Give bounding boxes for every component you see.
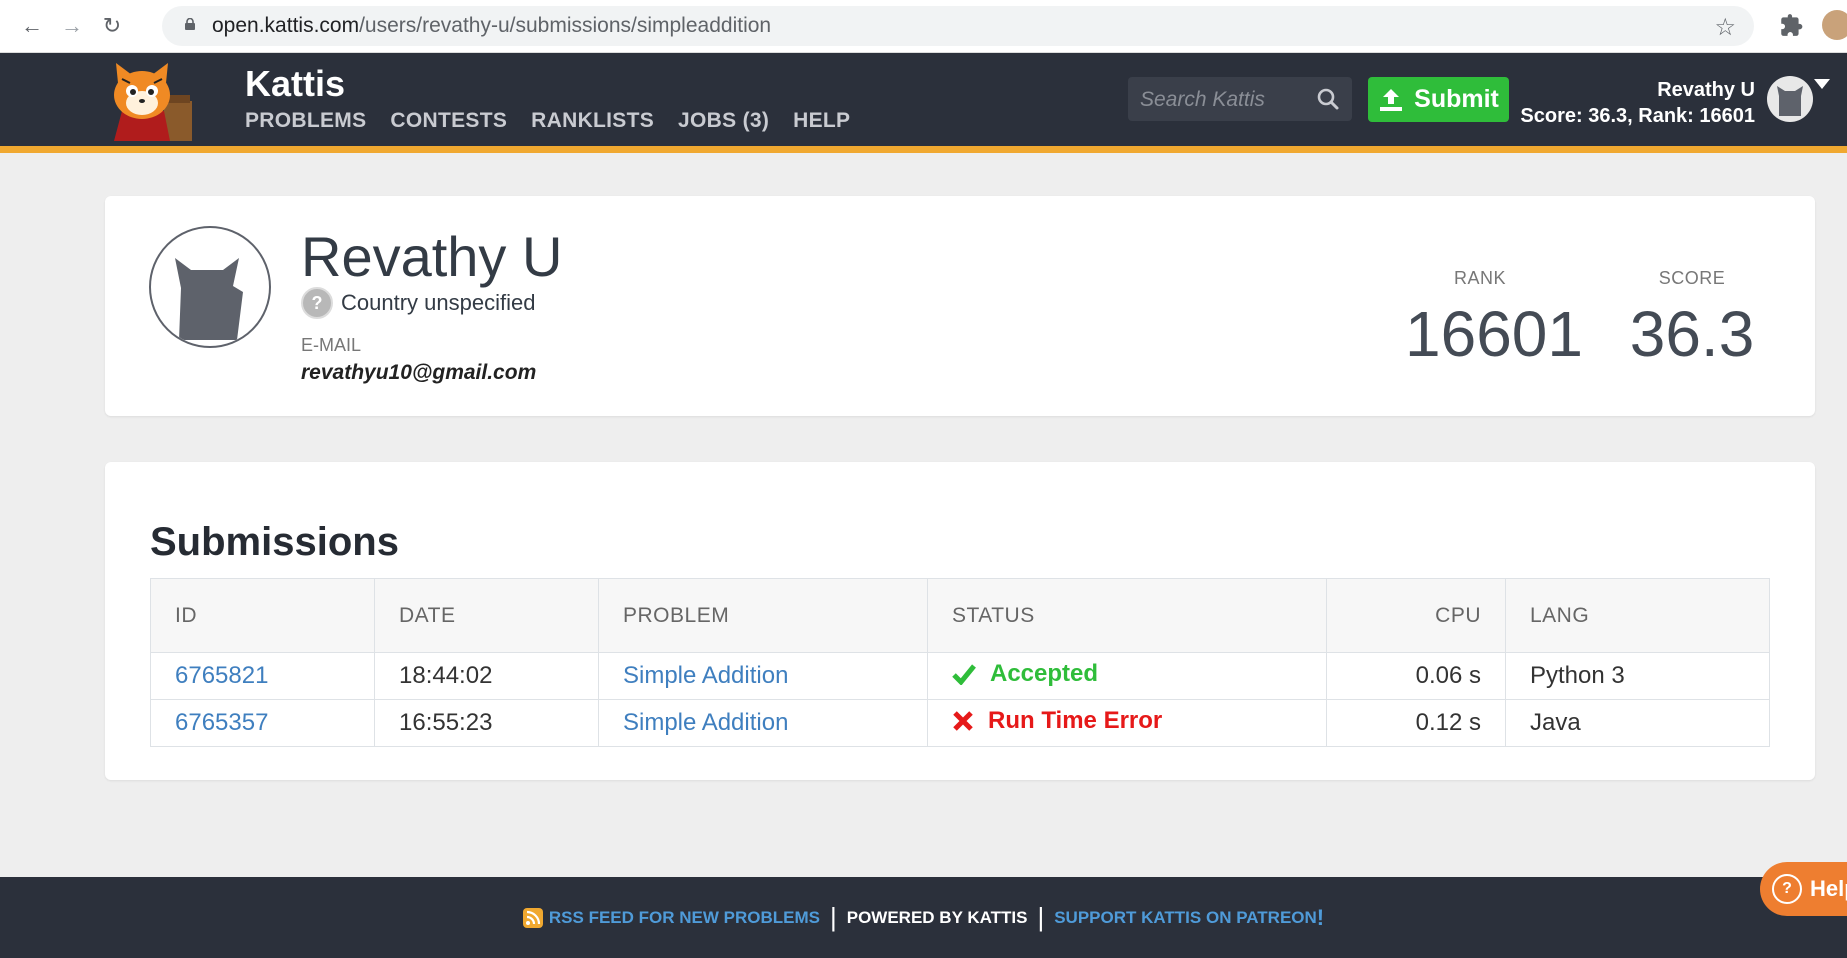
menu-problems[interactable]: PROBLEMS bbox=[245, 109, 366, 133]
status-text: Run Time Error bbox=[988, 707, 1163, 734]
menu-jobs[interactable]: JOBS (3) bbox=[678, 109, 769, 133]
status-text: Accepted bbox=[990, 660, 1099, 687]
profile-card: Revathy U ? Country unspecified E-MAIL r… bbox=[105, 196, 1815, 416]
col-problem: PROBLEM bbox=[598, 578, 928, 653]
submission-cpu: 0.06 s bbox=[1326, 652, 1506, 700]
menu-contests[interactable]: CONTESTS bbox=[390, 109, 507, 133]
col-status: STATUS bbox=[927, 578, 1327, 653]
extensions-icon[interactable] bbox=[1778, 12, 1804, 38]
lock-icon bbox=[185, 18, 195, 30]
submission-id-link[interactable]: 6765821 bbox=[175, 662, 268, 689]
search-box bbox=[1128, 77, 1352, 123]
submission-date: 18:44:02 bbox=[374, 652, 599, 700]
table-row: 6765357 16:55:23 Simple Addition Run Tim… bbox=[150, 699, 1770, 747]
forward-icon[interactable]: → bbox=[58, 12, 86, 40]
brand-name[interactable]: Kattis bbox=[245, 63, 345, 105]
browser-profile-avatar[interactable] bbox=[1822, 10, 1847, 40]
col-cpu: CPU bbox=[1326, 578, 1506, 653]
table-row: 6765821 18:44:02 Simple Addition Accepte… bbox=[150, 652, 1770, 700]
footer-separator: | bbox=[829, 902, 837, 932]
score-value: 36.3 bbox=[1629, 298, 1755, 370]
table-header-row: ID DATE PROBLEM STATUS CPU LANG bbox=[150, 578, 1770, 653]
back-icon[interactable]: ← bbox=[18, 12, 46, 40]
country-text: Country unspecified bbox=[341, 290, 536, 315]
col-lang: LANG bbox=[1505, 578, 1770, 653]
browser-toolbar: ← → ↻ open.kattis.com/users/revathy-u/su… bbox=[0, 0, 1847, 53]
question-icon: ? bbox=[301, 287, 333, 319]
cross-icon bbox=[953, 711, 973, 731]
rss-icon bbox=[522, 907, 543, 928]
user-avatar[interactable] bbox=[1767, 76, 1813, 122]
search-input[interactable] bbox=[1128, 77, 1322, 123]
profile-avatar bbox=[149, 226, 271, 348]
site-header: Kattis PROBLEMS CONTESTS RANKLISTS JOBS … bbox=[0, 53, 1847, 153]
status-accepted: Accepted bbox=[952, 660, 1098, 688]
score-label: SCORE bbox=[1658, 268, 1726, 288]
user-info[interactable]: Revathy U Score: 36.3, Rank: 16601 bbox=[1520, 77, 1755, 129]
submission-lang: Python 3 bbox=[1505, 652, 1770, 700]
profile-email: revathyu10@gmail.com bbox=[301, 361, 537, 384]
patreon-exclamation[interactable]: ! bbox=[1317, 905, 1324, 931]
submissions-table: ID DATE PROBLEM STATUS CPU LANG 6765821 … bbox=[150, 578, 1770, 747]
user-name: Revathy U bbox=[1657, 79, 1755, 101]
check-icon bbox=[952, 664, 976, 685]
submissions-title: Submissions bbox=[150, 520, 399, 564]
col-date: DATE bbox=[374, 578, 599, 653]
upload-icon bbox=[1380, 88, 1403, 111]
rss-feed-link[interactable]: RSS FEED FOR NEW PROBLEMS bbox=[549, 908, 820, 928]
search-icon[interactable] bbox=[1316, 87, 1340, 111]
col-id: ID bbox=[150, 578, 375, 653]
help-label: Help bbox=[1810, 876, 1847, 901]
menu-ranklists[interactable]: RANKLISTS bbox=[531, 109, 654, 133]
reload-icon[interactable]: ↻ bbox=[98, 12, 126, 40]
problem-link[interactable]: Simple Addition bbox=[623, 662, 788, 689]
help-question-icon: ? bbox=[1772, 874, 1802, 904]
menu-help[interactable]: HELP bbox=[793, 109, 850, 133]
email-label: E-MAIL bbox=[301, 335, 362, 355]
user-menu-caret-icon[interactable] bbox=[1814, 79, 1830, 89]
rank-value: 16601 bbox=[1405, 298, 1583, 370]
score-stat: SCORE 36.3 bbox=[1617, 268, 1767, 371]
submission-id-link[interactable]: 6765357 bbox=[175, 709, 268, 736]
profile-name: Revathy U bbox=[301, 225, 563, 288]
submission-cpu: 0.12 s bbox=[1326, 699, 1506, 747]
site-footer: RSS FEED FOR NEW PROBLEMS | POWERED BY K… bbox=[0, 877, 1847, 958]
url-text: open.kattis.com/users/revathy-u/submissi… bbox=[212, 14, 772, 37]
bookmark-star-icon[interactable]: ☆ bbox=[1714, 13, 1736, 42]
rank-stat: RANK 16601 bbox=[1405, 268, 1583, 371]
main-menu: PROBLEMS CONTESTS RANKLISTS JOBS (3) HEL… bbox=[245, 109, 850, 133]
submissions-card: Submissions ID DATE PROBLEM STATUS CPU L… bbox=[105, 462, 1815, 780]
patreon-link[interactable]: SUPPORT KATTIS ON PATREON bbox=[1054, 908, 1317, 928]
submit-button[interactable]: Submit bbox=[1368, 77, 1509, 122]
help-button[interactable]: ? Help bbox=[1760, 862, 1847, 916]
powered-by-text: POWERED BY KATTIS bbox=[846, 907, 1028, 927]
status-error: Run Time Error bbox=[952, 707, 1162, 735]
problem-link[interactable]: Simple Addition bbox=[623, 709, 788, 736]
user-score-rank: Score: 36.3, Rank: 16601 bbox=[1520, 105, 1755, 127]
rank-label: RANK bbox=[1453, 268, 1506, 288]
address-bar[interactable]: open.kattis.com/users/revathy-u/submissi… bbox=[162, 6, 1754, 46]
kattis-logo[interactable] bbox=[104, 61, 230, 143]
profile-country: ? Country unspecified bbox=[301, 287, 535, 319]
submit-label: Submit bbox=[1414, 85, 1499, 113]
submission-lang: Java bbox=[1505, 699, 1770, 747]
footer-separator: | bbox=[1037, 902, 1045, 932]
submission-date: 16:55:23 bbox=[374, 699, 599, 747]
